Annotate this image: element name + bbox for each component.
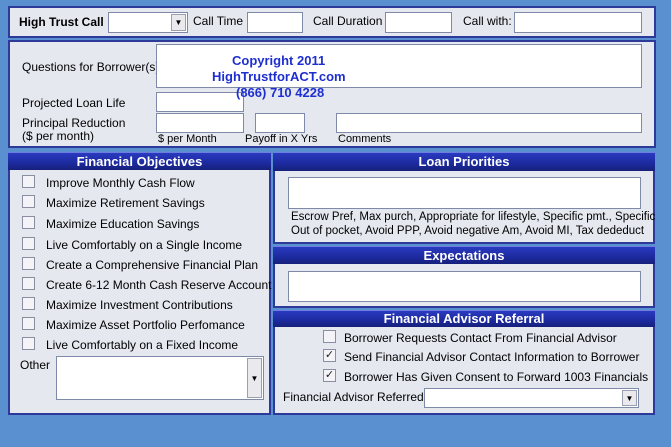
checkbox-single-income[interactable] <box>22 237 35 250</box>
advisor-referred-select[interactable]: ▼ <box>424 388 639 408</box>
expectations-header: Expectations <box>273 246 655 264</box>
per-month-input[interactable] <box>156 113 244 133</box>
checkbox-consent-forward[interactable]: ✓ <box>323 369 336 382</box>
high-trust-call-select[interactable]: ▼ <box>108 12 188 33</box>
objective-label: Improve Monthly Cash Flow <box>46 176 195 190</box>
call-time-input[interactable] <box>247 12 303 33</box>
call-info-panel: High Trust Call ▼ Call Time Call Duratio… <box>8 6 656 38</box>
referral-label: Borrower Has Given Consent to Forward 10… <box>344 370 649 384</box>
financial-objectives-panel: Financial Objectives Improve Monthly Cas… <box>8 152 271 415</box>
checkbox-cash-reserve[interactable] <box>22 277 35 290</box>
questions-panel: Questions for Borrower(s) Projected Loan… <box>8 40 656 148</box>
loan-priorities-panel: Loan Priorities Escrow Pref, Max purch, … <box>273 152 655 244</box>
loan-priorities-input[interactable] <box>288 177 641 209</box>
call-with-input[interactable] <box>514 12 642 33</box>
checkbox-fixed-income[interactable] <box>22 337 35 350</box>
comments-label: Comments <box>338 133 392 145</box>
chevron-down-icon[interactable]: ▼ <box>622 390 637 406</box>
principal-reduction-sublabel: ($ per month) <box>22 129 95 143</box>
objective-label: Maximize Retirement Savings <box>46 196 205 210</box>
objective-label: Maximize Education Savings <box>46 217 200 231</box>
payoff-label: Payoff in X Yrs <box>245 133 318 145</box>
call-time-label: Call Time <box>193 14 244 28</box>
objective-label: Live Comfortably on a Single Income <box>46 238 243 252</box>
checkbox-financial-plan[interactable] <box>22 257 35 270</box>
copyright-line-2: HighTrustforACT.com <box>212 69 346 84</box>
comments-input[interactable] <box>336 113 642 133</box>
objective-label: Live Comfortably on a Fixed Income <box>46 338 239 352</box>
check-icon: ✓ <box>324 349 335 361</box>
advisor-referral-header: Financial Advisor Referral <box>273 310 655 327</box>
checkbox-asset-portfolio[interactable] <box>22 317 35 330</box>
other-select[interactable]: ▼ <box>56 356 264 400</box>
expectations-panel: Expectations <box>273 246 655 308</box>
projected-loan-life-label: Projected Loan Life <box>22 96 126 110</box>
checkbox-retirement-savings[interactable] <box>22 195 35 208</box>
copyright-line-3: (866) 710 4228 <box>236 85 325 100</box>
financial-objectives-header: Financial Objectives <box>8 152 271 170</box>
other-label: Other <box>20 358 51 372</box>
principal-reduction-label: Principal Reduction <box>22 116 126 130</box>
objective-label: Maximize Asset Portfolio Perfomance <box>46 318 245 332</box>
call-duration-input[interactable] <box>385 12 452 33</box>
referral-label: Borrower Requests Contact From Financial… <box>344 331 617 345</box>
objective-label: Create 6-12 Month Cash Reserve Account <box>46 278 272 292</box>
checkbox-send-advisor-info[interactable]: ✓ <box>323 349 336 362</box>
payoff-years-input[interactable] <box>255 113 305 133</box>
checkbox-education-savings[interactable] <box>22 216 35 229</box>
loan-priorities-header: Loan Priorities <box>273 152 655 171</box>
check-icon: ✓ <box>324 369 335 381</box>
chevron-down-icon[interactable]: ▼ <box>247 358 262 398</box>
call-duration-label: Call Duration <box>313 14 383 28</box>
call-with-label: Call with: <box>463 14 512 28</box>
advisor-referral-panel: Financial Advisor Referral Borrower Requ… <box>273 310 655 415</box>
chevron-down-icon[interactable]: ▼ <box>171 14 186 31</box>
loan-priorities-hint-2: Out of pocket, Avoid PPP, Avoid negative… <box>291 225 645 237</box>
checkbox-investment-contributions[interactable] <box>22 297 35 310</box>
expectations-input[interactable] <box>288 271 641 302</box>
per-month-label: $ per Month <box>158 133 217 145</box>
copyright-line-1: Copyright 2011 <box>232 53 326 68</box>
questions-label: Questions for Borrower(s) <box>22 60 160 74</box>
checkbox-borrower-requests-contact[interactable] <box>323 330 336 343</box>
objective-label: Create a Comprehensive Financial Plan <box>46 258 259 272</box>
projected-loan-life-input[interactable] <box>156 92 244 112</box>
objective-label: Maximize Investment Contributions <box>46 298 233 312</box>
advisor-referred-label: Financial Advisor Referred: <box>283 390 428 404</box>
referral-label: Send Financial Advisor Contact Informati… <box>344 350 640 364</box>
checkbox-improve-cash-flow[interactable] <box>22 175 35 188</box>
loan-priorities-hint-1: Escrow Pref, Max purch, Appropriate for … <box>291 211 656 223</box>
high-trust-call-title: High Trust Call <box>19 15 104 29</box>
